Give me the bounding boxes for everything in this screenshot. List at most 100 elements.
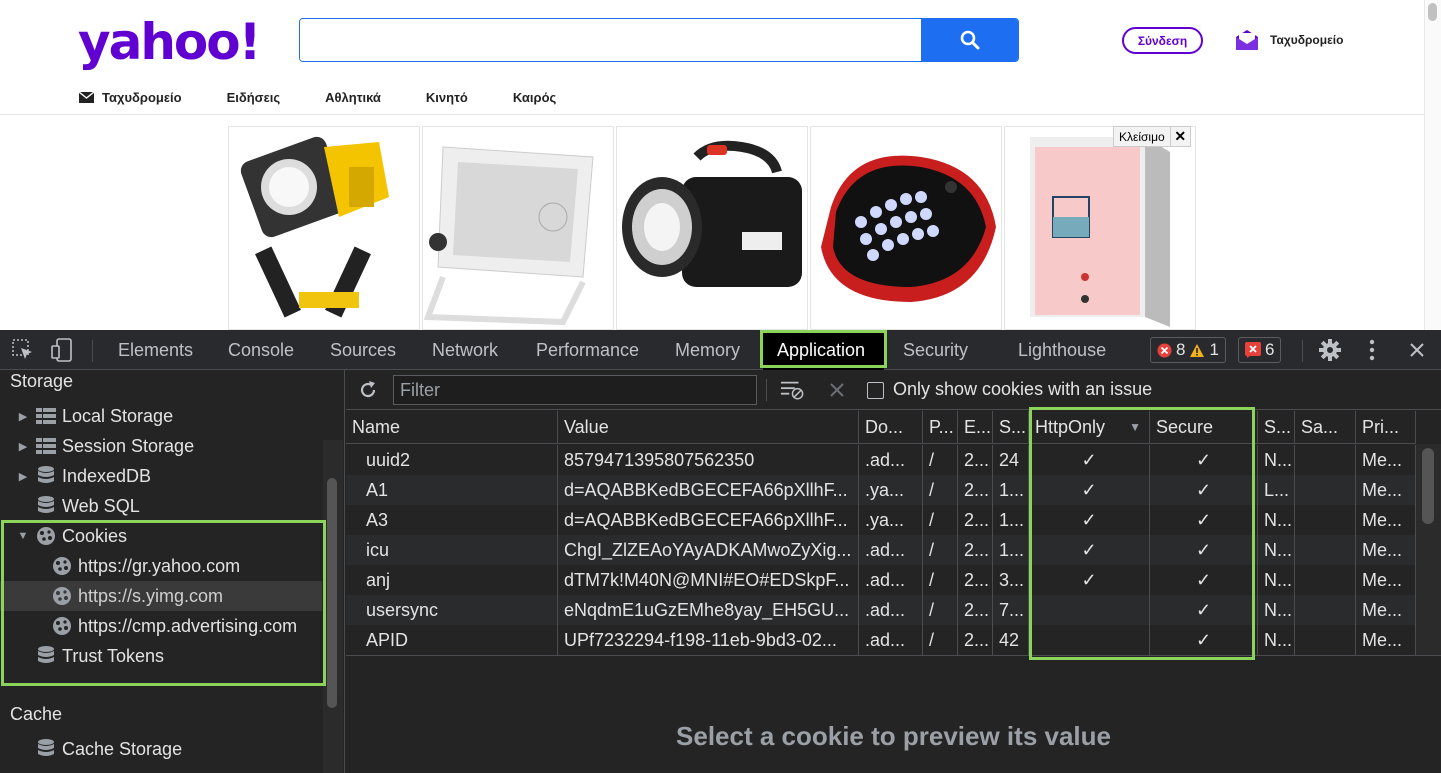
sidebar-label: Session Storage	[62, 435, 195, 456]
cell-priority: Me...	[1356, 505, 1416, 535]
signin-button[interactable]: Σύνδεση	[1122, 27, 1203, 54]
column-header-path[interactable]: P...	[923, 411, 958, 444]
mail-label: Ταχυδρομείο	[1270, 33, 1344, 47]
sidebar-item-cache-storage[interactable]: Cache Storage	[0, 734, 322, 764]
ad-worklight[interactable]	[228, 126, 420, 330]
only-issues-label[interactable]: Only show cookies with an issue	[893, 379, 1152, 400]
column-header-label: Name	[352, 417, 401, 437]
nav-sports[interactable]: Αθλητικά	[325, 90, 381, 105]
worklight-image	[240, 136, 389, 318]
table-scrollbar-thumb[interactable]	[1422, 448, 1434, 524]
tab-console[interactable]: Console	[228, 330, 294, 370]
cell-priority: Me...	[1356, 595, 1416, 625]
ad-floodlight[interactable]	[422, 126, 614, 330]
device-toolbar-icon[interactable]	[50, 338, 74, 362]
issues-badge[interactable]: 6	[1238, 337, 1282, 363]
cookie-preview-pane: Select a cookie to preview its value	[346, 656, 1441, 773]
error-icon	[1157, 343, 1172, 357]
inspect-element-icon[interactable]	[11, 338, 35, 362]
tab-security[interactable]: Security	[903, 330, 968, 370]
errors-count: 8	[1176, 340, 1186, 359]
search-input[interactable]	[300, 19, 921, 61]
sidebar-scrollbar[interactable]	[323, 440, 343, 773]
cell-sameparty	[1295, 565, 1356, 595]
refresh-icon[interactable]	[356, 378, 380, 402]
expand-arrow-icon[interactable]: ▶	[12, 410, 34, 423]
column-header-name[interactable]: Name	[346, 411, 558, 444]
tab-sources[interactable]: Sources	[330, 330, 396, 370]
ad-flashlight[interactable]	[616, 126, 808, 330]
cell-size: 3...	[993, 565, 1029, 595]
table-row[interactable]: A3 d=AQABBKedBGECEFA66pXllhF... .ya.../2..…	[346, 505, 1416, 535]
delete-selected-icon[interactable]	[825, 378, 849, 402]
sidebar-item-indexeddb[interactable]: ▶ IndexedDB	[0, 461, 322, 491]
database-icon	[34, 739, 58, 759]
ad-led-lamp[interactable]	[810, 126, 1002, 330]
database-icon	[34, 466, 58, 486]
grid-table-icon	[34, 436, 58, 456]
table-row[interactable]: usersync eNqdmE1uGzEMhe8yay_EH5GU... .ad..…	[346, 595, 1416, 625]
nav-label: Κινητό	[425, 90, 468, 105]
column-header-size[interactable]: S...	[993, 411, 1029, 444]
issues-count: 6	[1265, 340, 1275, 359]
cell-value: d=AQABBKedBGECEFA66pXllhF...	[558, 505, 859, 535]
yahoo-logo[interactable]: yahoo!	[78, 12, 261, 72]
cell-name: APID	[346, 625, 558, 655]
ad-close-button[interactable]: Κλείσιμο ✕	[1113, 126, 1191, 147]
cell-expires: 2...	[958, 505, 993, 535]
table-row[interactable]: APID UPf7232294-f198-11eb-9bd3-02... .ad..…	[346, 625, 1416, 655]
warnings-count: 1	[1209, 340, 1219, 359]
column-header-priority[interactable]: Pri...	[1356, 411, 1416, 444]
column-header-label: S...	[999, 417, 1027, 437]
tab-memory[interactable]: Memory	[675, 330, 740, 370]
nav-mobile[interactable]: Κινητό	[426, 90, 468, 105]
column-header-value[interactable]: Value	[558, 411, 859, 444]
ad-strip	[228, 126, 1196, 330]
settings-gear-icon[interactable]	[1318, 338, 1342, 362]
column-header-sameparty[interactable]: Sa...	[1295, 411, 1356, 444]
sidebar-label: Local Storage	[62, 405, 174, 426]
column-header-label: S...	[1264, 417, 1292, 437]
ad-relay[interactable]	[1004, 126, 1196, 330]
sidebar-item-websql[interactable]: Web SQL	[0, 491, 322, 521]
cell-priority: Me...	[1356, 565, 1416, 595]
filter-input[interactable]	[393, 375, 757, 405]
only-issues-checkbox[interactable]	[867, 382, 884, 399]
search-button[interactable]	[921, 19, 1018, 61]
table-row[interactable]: uuid2 8579471395807562350 .ad.../2... 24 ✓ ✓ N…	[346, 445, 1416, 475]
tab-lighthouse[interactable]: Lighthouse	[1018, 330, 1106, 370]
close-devtools-icon[interactable]	[1405, 338, 1429, 362]
cell-value: d=AQABBKedBGECEFA66pXllhF...	[558, 475, 859, 505]
expand-arrow-icon[interactable]: ▶	[12, 440, 34, 453]
application-sidebar: Storage ▶ Local Storage ▶ Session Storag…	[0, 370, 345, 773]
table-row[interactable]: icu ChgI_ZlZEAoYAyADKAMwoZyXig... .ad.../2…	[346, 535, 1416, 565]
sidebar-item-local-storage[interactable]: ▶ Local Storage	[0, 401, 322, 431]
expand-arrow-icon[interactable]: ▶	[12, 470, 34, 483]
table-row[interactable]: A1 d=AQABBKedBGECEFA66pXllhF... .ya.../2..…	[346, 475, 1416, 505]
tab-performance[interactable]: Performance	[536, 330, 639, 370]
cell-domain: .ad...	[859, 445, 923, 475]
issues-flag-icon	[1245, 342, 1261, 358]
sidebar-item-session-storage[interactable]: ▶ Session Storage	[0, 431, 322, 461]
column-header-samesite[interactable]: S...	[1258, 411, 1295, 444]
column-header-domain[interactable]: Do...	[859, 411, 923, 444]
nav-news[interactable]: Ειδήσεις	[227, 90, 281, 105]
table-row[interactable]: anj dTM7k!M40N@MNI#EO#EDSkpF... .ad.../2..…	[346, 565, 1416, 595]
page-scrollbar[interactable]	[1424, 0, 1441, 330]
sidebar-label: IndexedDB	[62, 465, 152, 486]
page-scrollbar-thumb[interactable]	[1428, 3, 1437, 21]
nav-mail[interactable]: Ταχυδρομείο	[79, 90, 182, 105]
mail-link[interactable]: Ταχυδρομείο	[1234, 28, 1343, 52]
nav-weather[interactable]: Καιρός	[513, 90, 556, 105]
console-counts-badge[interactable]: 8 1	[1150, 337, 1226, 363]
sidebar-scrollbar-thumb[interactable]	[327, 478, 337, 708]
cell-samesite: N...	[1258, 445, 1295, 475]
tab-elements[interactable]: Elements	[118, 330, 193, 370]
table-scrollbar[interactable]	[1416, 444, 1441, 655]
tab-network[interactable]: Network	[432, 330, 498, 370]
clear-filtered-icon[interactable]	[780, 378, 804, 402]
cell-name: usersync	[346, 595, 558, 625]
column-header-expires[interactable]: E...	[958, 411, 993, 444]
httponly-secure-highlight-box	[1029, 407, 1255, 660]
more-options-icon[interactable]	[1360, 338, 1384, 362]
